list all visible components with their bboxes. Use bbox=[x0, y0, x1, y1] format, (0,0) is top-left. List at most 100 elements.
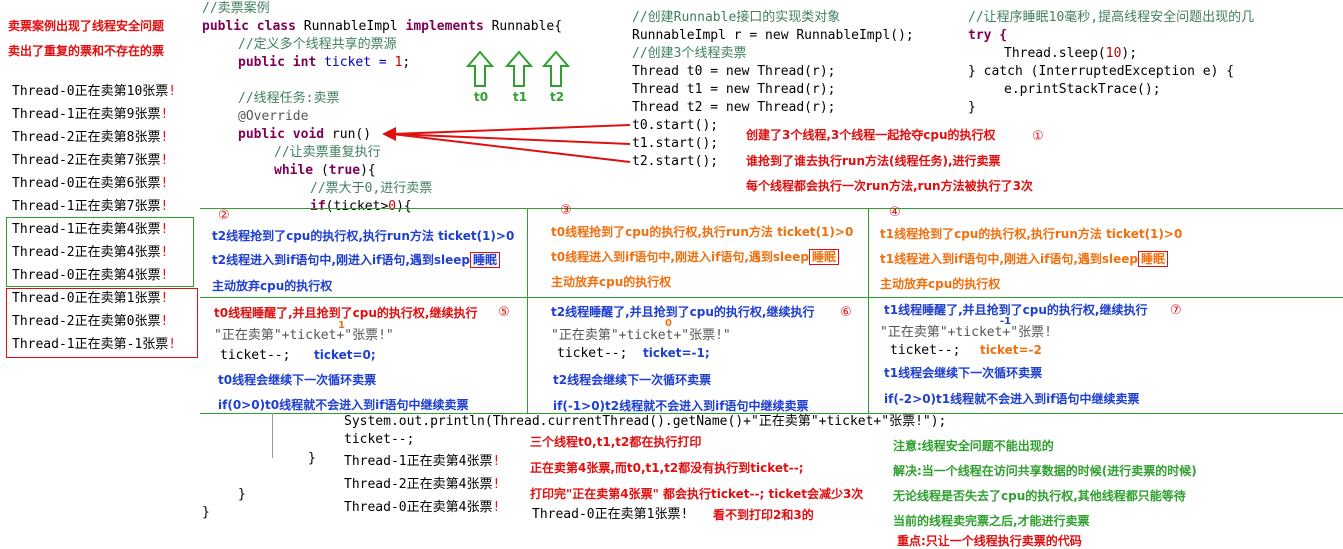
step6-line-b: t2线程会继续下一次循环卖票 bbox=[553, 373, 712, 387]
step4-number: ④ bbox=[889, 205, 901, 220]
grid-line bbox=[527, 208, 528, 413]
conclusion-after: 当前的线程卖完票之后,才能进行卖票 bbox=[893, 514, 1090, 528]
conclusion-key-point: 重点:只让一个线程执行卖票的代码 bbox=[897, 534, 1082, 548]
explain-line-b: 正在卖第4张票,而t0,t1,t2都没有执行到ticket--; bbox=[530, 461, 804, 475]
code-line: if(ticket>0){ bbox=[310, 199, 412, 214]
step1-line-a: 创建了3个线程,3个线程一起抢夺cpu的执行权 bbox=[746, 128, 996, 142]
thread-label-t0: t0 bbox=[474, 90, 489, 104]
step5-code: "正在卖第"+ticket+"张票!" bbox=[214, 328, 394, 343]
step6-line-c: if(-1>0)t2线程就不会进入到if语句中继续卖票 bbox=[553, 399, 809, 413]
step5-line-c: if(0>0)t0线程就不会进入到if语句中继续卖票 bbox=[218, 398, 469, 412]
guide-line bbox=[272, 413, 273, 458]
code-line: Thread t1 = new Thread(r); bbox=[632, 82, 836, 97]
code-comment: //票大于0,进行卖票 bbox=[310, 181, 433, 196]
code-comment: //让卖票重复执行 bbox=[274, 145, 381, 160]
code-comment: //创建Runnable接口的实现类对象 bbox=[632, 10, 841, 25]
step5-line-a: t0线程睡醒了,并且抢到了cpu的执行权,继续执行 bbox=[214, 306, 478, 320]
code-line: Thread t2 = new Thread(r); bbox=[632, 100, 836, 115]
problem-title-line1: 卖票案例出现了线程安全问题 bbox=[8, 19, 165, 33]
thread-label-t1: t1 bbox=[513, 90, 528, 104]
console-line: Thread-2正在卖第4张票! bbox=[344, 477, 501, 492]
step3-line-c: 主动放弃cpu的执行权 bbox=[551, 275, 672, 289]
step5-decrement: ticket--; bbox=[220, 348, 291, 363]
code-line: try { bbox=[968, 28, 1008, 43]
thread-label-t2: t2 bbox=[550, 90, 565, 104]
code-brace: } bbox=[238, 487, 246, 502]
code-line: Thread.sleep(10); bbox=[1004, 46, 1138, 61]
code-line: e.printStackTrace(); bbox=[1004, 82, 1161, 97]
step5-result: ticket=0; bbox=[314, 348, 376, 362]
code-line: public class RunnableImpl implements Run… bbox=[202, 19, 563, 34]
step3-number: ③ bbox=[560, 203, 572, 218]
step4-line-a: t1线程抢到了cpu的执行权,执行run方法 ticket(1)>0 bbox=[880, 227, 1183, 241]
problem-title-line2: 卖出了重复的票和不存在的票 bbox=[8, 44, 165, 58]
code-comment: //线程任务:卖票 bbox=[238, 91, 340, 106]
explain-note: 看不到打印2和3的 bbox=[713, 508, 814, 522]
code-line: } bbox=[968, 100, 976, 115]
explain-line-a: 三个线程t0,t1,t2都在执行打印 bbox=[530, 435, 702, 449]
step1-line-c: 每个线程都会执行一次run方法,run方法被执行了3次 bbox=[746, 179, 1033, 193]
grid-line bbox=[868, 208, 869, 413]
step2-line-c: 主动放弃cpu的执行权 bbox=[212, 279, 333, 293]
step7-line-a: t1线程睡醒了,并且抢到了cpu的执行权,继续执行 bbox=[884, 303, 1148, 317]
step6-decrement: ticket--; bbox=[557, 346, 628, 361]
code-line: } catch (InterruptedException e) { bbox=[968, 64, 1235, 79]
code-comment: //让程序睡眠10毫秒,提高线程安全问题出现的几 bbox=[968, 10, 1255, 25]
explain-line-c: 打印完"正在卖第4张票" 都会执行ticket--; ticket会减少3次 bbox=[530, 487, 864, 501]
code-line: t2.start(); bbox=[632, 154, 719, 169]
step3-line-b: t0线程进入到if语句中,刚进入if语句,遇到sleep 睡眠 bbox=[551, 248, 840, 265]
code-line: Thread t0 = new Thread(r); bbox=[632, 64, 836, 79]
code-line: RunnableImpl r = new RunnableImpl(); bbox=[632, 28, 914, 43]
duplicate-tickets-box bbox=[6, 217, 194, 287]
step5-number: ⑤ bbox=[498, 305, 510, 320]
code-brace: } bbox=[308, 451, 316, 466]
code-line: t1.start(); bbox=[632, 136, 719, 151]
code-annotation: @Override bbox=[238, 109, 309, 124]
code-line: t0.start(); bbox=[632, 118, 719, 133]
conclusion-note: 注意:线程安全问题不能出现的 bbox=[893, 439, 1054, 453]
step2-number: ② bbox=[218, 208, 230, 223]
console-line: Thread-2正在卖第7张票! bbox=[12, 153, 169, 168]
step7-number: ⑦ bbox=[1170, 303, 1182, 318]
step2-line-a: t2线程抢到了cpu的执行权,执行run方法 ticket(1)>0 bbox=[212, 229, 515, 243]
step7-code: "正在卖第"+ticket+"张票! bbox=[880, 325, 1052, 340]
step6-number: ⑥ bbox=[840, 305, 852, 320]
console-line: Thread-0正在卖第4张票! bbox=[344, 500, 501, 515]
up-arrow-icon bbox=[504, 50, 534, 87]
step2-line-b: t2线程进入到if语句中,刚进入if语句,遇到sleep 睡眠 bbox=[212, 251, 501, 268]
step7-line-b: t1线程会继续下一次循环卖票 bbox=[884, 366, 1043, 380]
start-to-run-arrows bbox=[382, 124, 631, 163]
code-line: public void run() bbox=[238, 127, 372, 142]
code-line: public int ticket = 1; bbox=[238, 55, 411, 70]
step1-line-b: 谁抢到了谁去执行run方法(线程任务),进行卖票 bbox=[746, 154, 1001, 168]
console-line: Thread-2正在卖第8张票! bbox=[12, 130, 169, 145]
step7-decrement: ticket--; bbox=[890, 343, 961, 358]
invalid-tickets-box bbox=[6, 288, 198, 358]
console-line: Thread-1正在卖第9张票! bbox=[12, 107, 169, 122]
step1-number: ① bbox=[1032, 129, 1044, 144]
thread-arrows bbox=[465, 50, 571, 87]
console-line: Thread-1正在卖第7张票! bbox=[12, 199, 169, 214]
code-comment: //创建3个线程卖票 bbox=[632, 46, 747, 61]
step6-result: ticket=-1; bbox=[643, 346, 710, 360]
step5-line-b: t0线程会继续下一次循环卖票 bbox=[218, 373, 377, 387]
step6-code: "正在卖第"+ticket+"张票!" bbox=[551, 328, 731, 343]
code-brace: } bbox=[202, 505, 210, 520]
step6-line-a: t2线程睡醒了,并且抢到了cpu的执行权,继续执行 bbox=[551, 305, 815, 319]
arrow-head-icon bbox=[382, 127, 396, 141]
console-line: Thread-0正在卖第6张票! bbox=[12, 176, 169, 191]
explain-output: Thread-0正在卖第1张票! bbox=[532, 507, 689, 522]
code-line: while (true){ bbox=[274, 163, 376, 178]
code-comment: //定义多个线程共享的票源 bbox=[238, 37, 397, 52]
step7-line-c: if(-2>0)t1线程就不会进入到if语句中继续卖票 bbox=[884, 392, 1140, 406]
grid-line bbox=[200, 208, 1343, 209]
step7-result: ticket=-2 bbox=[980, 343, 1042, 357]
grid-line bbox=[200, 297, 1343, 298]
step4-line-c: 主动放弃cpu的执行权 bbox=[880, 277, 1001, 291]
up-arrow-icon bbox=[541, 50, 571, 87]
console-line: Thread-1正在卖第4张票! bbox=[344, 454, 501, 469]
conclusion-solution: 解决:当一个线程在访问共享数据的时候(进行卖票的时候) bbox=[893, 464, 1197, 478]
step3-line-a: t0线程抢到了cpu的执行权,执行run方法 ticket(1)>0 bbox=[551, 225, 854, 239]
conclusion-wait: 无论线程是否失去了cpu的执行权,其他线程都只能等待 bbox=[893, 489, 1186, 503]
up-arrow-icon bbox=[465, 50, 495, 87]
